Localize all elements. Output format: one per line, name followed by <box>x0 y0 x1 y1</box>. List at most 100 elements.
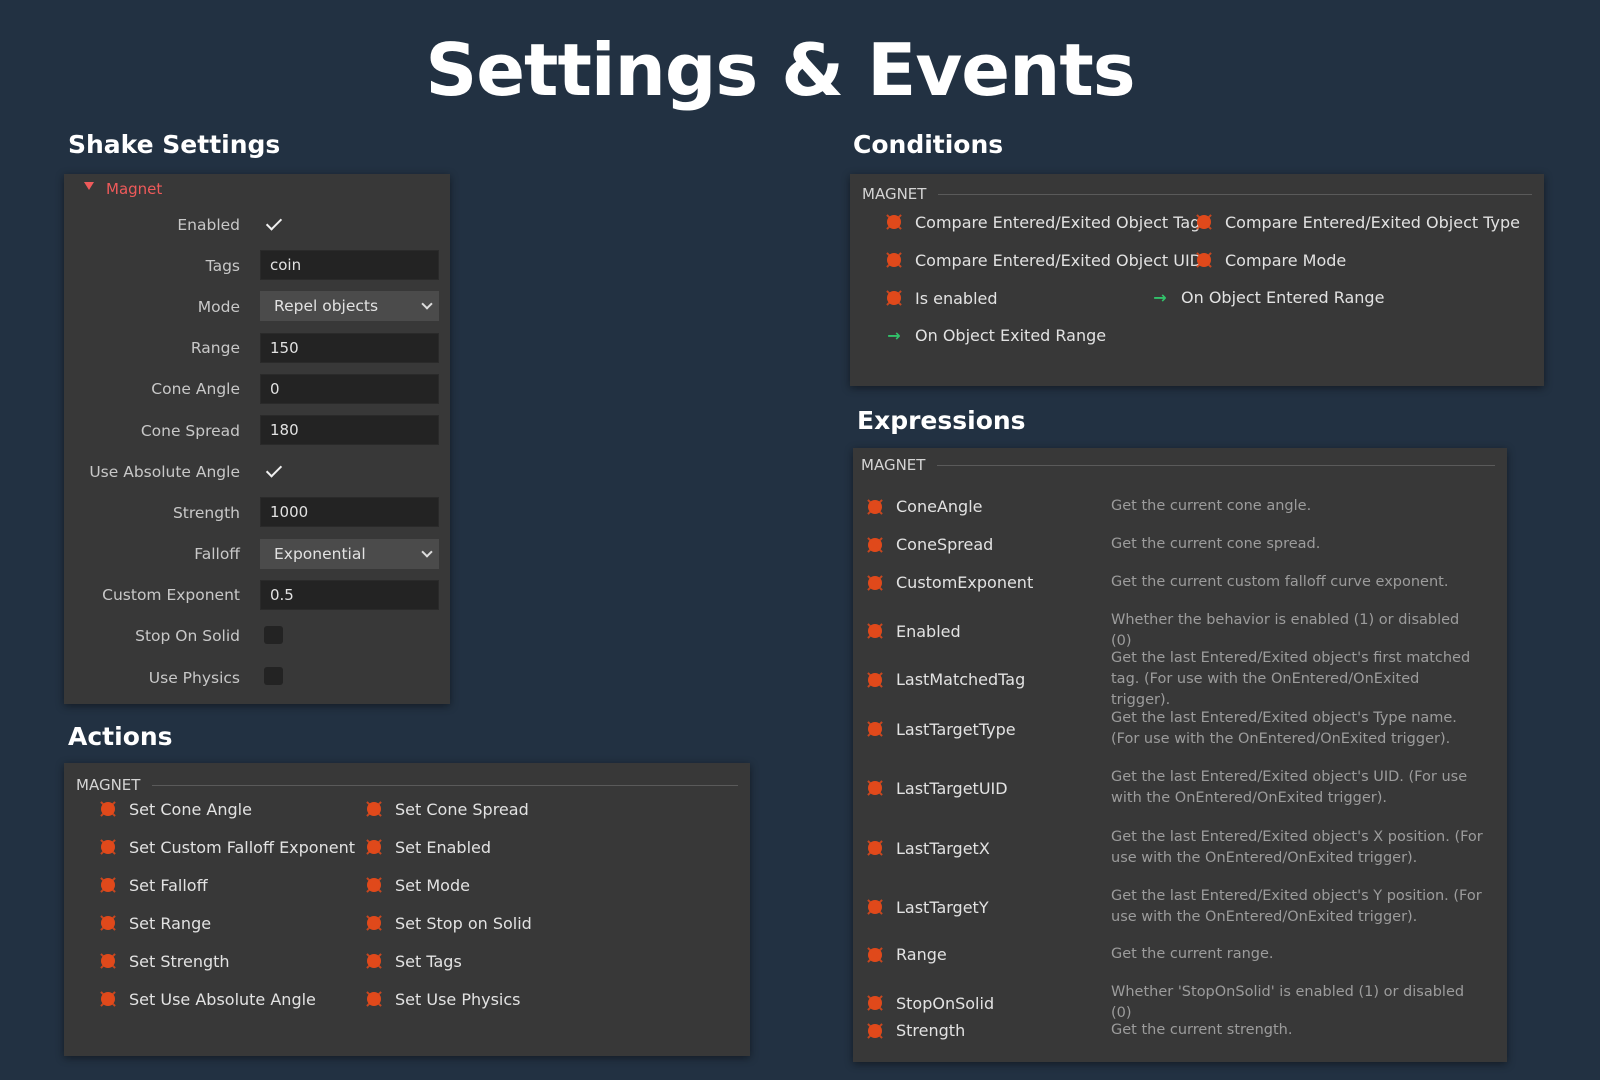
condition-item[interactable]: Compare Mode <box>1194 250 1346 270</box>
expression-name: LastMatchedTag <box>865 670 1111 690</box>
action-item[interactable]: Set Custom Falloff Exponent <box>98 837 355 857</box>
expression-row[interactable]: StopOnSolid Whether 'StopOnSolid' is enab… <box>865 982 1485 1024</box>
expression-name: LastTargetY <box>865 897 1111 917</box>
expression-description: Get the last Entered/Exited object's Y p… <box>1111 888 1482 925</box>
action-item[interactable]: Set Falloff <box>98 875 208 895</box>
chevron-down-icon <box>421 545 433 558</box>
property-checkbox[interactable] <box>264 215 283 233</box>
expression-name-text: LastTargetY <box>896 897 989 917</box>
condition-label: Compare Entered/Exited Object UID <box>915 250 1202 270</box>
expression-name-text: Enabled <box>896 621 961 641</box>
expression-row[interactable]: Strength Get the current strength. <box>865 1020 1485 1041</box>
page-title: Settings & Events <box>425 28 1135 112</box>
condition-item[interactable]: Compare Entered/Exited Object Type <box>1194 212 1520 232</box>
bug-icon <box>98 875 118 895</box>
expressions-group-label: MAGNET <box>861 456 926 474</box>
property-label: Enabled <box>177 215 240 234</box>
property-select[interactable]: Repel objects <box>260 291 439 322</box>
expressions-panel: MAGNET ConeAngle Get the current cone ang… <box>853 448 1507 1062</box>
bug-icon <box>884 250 904 270</box>
condition-item[interactable]: → On Object Exited Range <box>884 326 1106 345</box>
property-row: Falloff Exponential <box>64 534 450 575</box>
expression-name-text: CustomExponent <box>896 573 1034 592</box>
bug-icon <box>884 288 904 308</box>
expression-row[interactable]: Range Get the current range. <box>865 944 1485 965</box>
condition-item[interactable]: Compare Entered/Exited Object Tag <box>884 212 1200 232</box>
expression-name-text: LastTargetX <box>896 838 990 858</box>
bug-icon <box>865 719 885 739</box>
action-item[interactable]: Set Range <box>98 913 211 933</box>
bug-icon <box>98 989 118 1009</box>
expression-name-text: ConeSpread <box>896 535 994 554</box>
property-checkbox[interactable] <box>264 667 283 686</box>
group-divider <box>152 784 738 786</box>
property-row: Mode Repel objects <box>64 286 450 327</box>
select-value: Repel objects <box>274 297 379 316</box>
magnet-section-header[interactable]: Magnet <box>64 174 450 204</box>
action-item[interactable]: Set Use Absolute Angle <box>98 989 316 1009</box>
bug-icon <box>364 837 384 857</box>
action-label: Set Enabled <box>395 837 492 857</box>
shake-settings-heading: Shake Settings <box>68 130 281 159</box>
condition-item[interactable]: Is enabled <box>884 288 998 308</box>
conditions-group-label: MAGNET <box>862 185 927 203</box>
property-text-input[interactable]: coin <box>260 250 439 281</box>
action-label: Set Custom Falloff Exponent <box>129 837 355 857</box>
action-item[interactable]: Set Mode <box>364 875 470 895</box>
bug-icon <box>364 913 384 933</box>
expression-name: StopOnSolid <box>865 993 1111 1013</box>
action-item[interactable]: Set Tags <box>364 951 462 971</box>
property-label: Custom Exponent <box>102 586 240 605</box>
collapse-triangle-icon[interactable] <box>84 182 94 190</box>
property-label: Use Physics <box>148 668 240 687</box>
bug-icon <box>865 993 885 1013</box>
expression-row[interactable]: LastTargetUID Get the last Entered/Exited… <box>865 767 1485 809</box>
expression-row[interactable]: LastTargetY Get the last Entered/Exited o… <box>865 886 1485 928</box>
property-text-input[interactable]: 150 <box>260 332 439 363</box>
expression-name-text: LastMatchedTag <box>896 670 1026 689</box>
property-text-input[interactable]: 1000 <box>260 497 439 528</box>
condition-label: On Object Entered Range <box>1181 288 1385 307</box>
expression-row[interactable]: LastTargetType Get the last Entered/Exite… <box>865 708 1485 750</box>
expression-description: Get the current range. <box>1111 946 1274 962</box>
bug-icon <box>98 951 118 971</box>
expression-row[interactable]: CustomExponent Get the current custom fal… <box>865 572 1485 593</box>
expression-row[interactable]: LastMatchedTag Get the last Entered/Exite… <box>865 648 1485 711</box>
expression-name-text: Strength <box>896 1021 966 1040</box>
property-checkbox[interactable] <box>264 462 283 480</box>
expression-name: Strength <box>865 1021 1111 1041</box>
property-label: Range <box>190 339 240 358</box>
expression-row[interactable]: ConeAngle Get the current cone angle. <box>865 496 1485 517</box>
action-item[interactable]: Set Cone Spread <box>364 799 529 819</box>
action-item[interactable]: Set Strength <box>98 951 230 971</box>
bug-icon <box>364 875 384 895</box>
bug-icon <box>98 913 118 933</box>
property-text-input[interactable]: 0 <box>260 373 439 404</box>
action-label: Set Range <box>129 913 212 933</box>
property-checkbox[interactable] <box>264 625 283 644</box>
action-item[interactable]: Set Enabled <box>364 837 491 857</box>
bug-icon <box>364 989 384 1009</box>
property-select[interactable]: Exponential <box>260 538 439 569</box>
expression-row[interactable]: Enabled Whether the behavior is enabled (… <box>865 610 1485 652</box>
chevron-down-icon <box>421 298 433 311</box>
expression-row[interactable]: ConeSpread Get the current cone spread. <box>865 534 1485 555</box>
expression-name: ConeSpread <box>865 535 1111 555</box>
expression-name: CustomExponent <box>865 573 1111 593</box>
bug-icon <box>865 945 885 965</box>
property-text-input[interactable]: 180 <box>260 414 439 445</box>
action-label: Set Mode <box>395 875 470 895</box>
condition-item[interactable]: → On Object Entered Range <box>1150 288 1384 307</box>
expression-row[interactable]: LastTargetX Get the last Entered/Exited o… <box>865 827 1485 869</box>
condition-item[interactable]: Compare Entered/Exited Object UID <box>884 250 1202 270</box>
expression-name-text: LastTargetUID <box>896 778 1008 798</box>
actions-panel: MAGNET Set Cone Angle Set Cone Spread Set … <box>64 763 750 1056</box>
property-text-input[interactable]: 0.5 <box>260 579 439 610</box>
trigger-arrow-icon: → <box>887 326 901 345</box>
property-row: Range 150 <box>64 328 450 369</box>
action-item[interactable]: Set Cone Angle <box>98 799 252 819</box>
action-item[interactable]: Set Stop on Solid <box>364 913 532 933</box>
action-item[interactable]: Set Use Physics <box>364 989 521 1009</box>
bug-icon <box>98 837 118 857</box>
property-row: Custom Exponent 0.5 <box>64 575 450 616</box>
